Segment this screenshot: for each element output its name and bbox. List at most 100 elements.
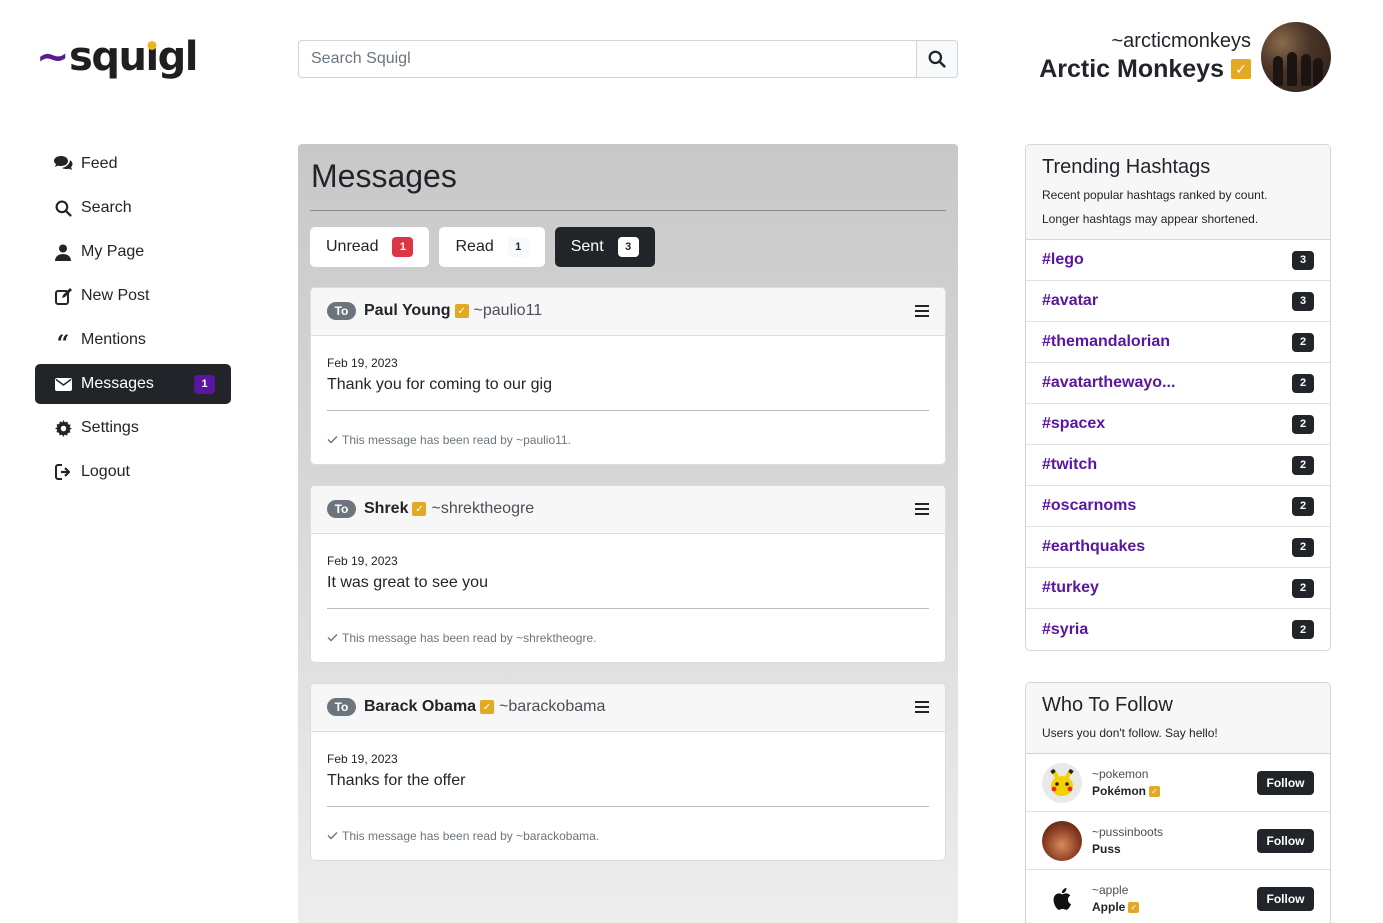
recipient-name[interactable]: Paul Young bbox=[364, 302, 451, 320]
sidebar-item-label: Messages bbox=[81, 375, 154, 392]
user-avatar[interactable] bbox=[1042, 820, 1082, 861]
read-receipt-text: This message has been read by ~barackoba… bbox=[342, 828, 600, 843]
hashtag-count-badge: 2 bbox=[1292, 332, 1314, 352]
sidebar-item-search[interactable]: Search bbox=[35, 188, 231, 228]
message-text: It was great to see you bbox=[327, 574, 929, 609]
logo-text-end: gl bbox=[157, 34, 199, 80]
card-title: Who To Follow bbox=[1042, 694, 1173, 716]
checkmark-icon bbox=[327, 436, 338, 444]
message-text: Thanks for the offer bbox=[327, 772, 929, 807]
user-avatar[interactable] bbox=[1042, 762, 1082, 803]
tab-read[interactable]: Read 1 bbox=[439, 226, 545, 267]
hashtag-count-badge: 2 bbox=[1292, 620, 1314, 639]
verified-check-icon: ✓ bbox=[1149, 785, 1161, 797]
user-handle[interactable]: ~pussinboots bbox=[1092, 825, 1163, 839]
current-user-profile[interactable]: ~arcticmonkeys Arctic Monkeys ✓ bbox=[1039, 22, 1331, 92]
hashtag-row[interactable]: #spacex 2 bbox=[1026, 404, 1330, 445]
recipient-handle[interactable]: ~barackobama bbox=[499, 698, 605, 716]
follow-button[interactable]: Follow bbox=[1257, 886, 1314, 911]
hashtag-link[interactable]: #earthquakes bbox=[1042, 538, 1145, 556]
hashtag-row[interactable]: #twitch 2 bbox=[1026, 445, 1330, 486]
recipient-name[interactable]: Shrek bbox=[364, 500, 408, 518]
recipient-to-badge: To bbox=[327, 302, 356, 321]
profile-handle: ~arcticmonkeys bbox=[1111, 29, 1252, 52]
recipient-handle[interactable]: ~shrektheogre bbox=[431, 500, 534, 518]
hashtag-row[interactable]: #oscarnoms 2 bbox=[1026, 486, 1330, 527]
card-subtitle: Recent popular hashtags ranked by count.… bbox=[1042, 183, 1314, 231]
user-handle[interactable]: ~pokemon bbox=[1092, 767, 1160, 781]
follow-button[interactable]: Follow bbox=[1257, 770, 1314, 795]
search-input[interactable] bbox=[298, 40, 916, 78]
read-receipt: This message has been read by ~paulio11. bbox=[327, 411, 929, 464]
sidebar-item-new-post[interactable]: New Post bbox=[35, 276, 231, 316]
hashtag-link[interactable]: #themandalorian bbox=[1042, 333, 1170, 351]
user-icon bbox=[53, 242, 73, 262]
read-receipt-text: This message has been read by ~paulio11. bbox=[342, 432, 571, 447]
user-handle[interactable]: ~apple bbox=[1092, 883, 1139, 897]
hashtag-row[interactable]: #earthquakes 2 bbox=[1026, 527, 1330, 568]
follow-button[interactable]: Follow bbox=[1257, 828, 1314, 853]
card-header: Who To Follow Users you don't follow. Sa… bbox=[1026, 683, 1330, 754]
search-bar bbox=[298, 40, 958, 78]
sidebar-item-settings[interactable]: Settings bbox=[35, 408, 231, 448]
card-subtitle-line: Longer hashtags may appear shortened. bbox=[1042, 212, 1259, 226]
message-header: To Barack Obama ✓ ~barackobama bbox=[311, 683, 945, 732]
hashtag-row[interactable]: #turkey 2 bbox=[1026, 568, 1330, 609]
gear-icon bbox=[53, 418, 73, 438]
logout-icon bbox=[53, 462, 73, 482]
hamburger-menu-icon[interactable] bbox=[915, 503, 929, 516]
hashtag-link[interactable]: #avatarthewayo... bbox=[1042, 374, 1175, 392]
hashtag-row[interactable]: #avatar 3 bbox=[1026, 281, 1330, 322]
sidebar-item-mentions[interactable]: “ Mentions bbox=[35, 320, 231, 360]
recipient-name[interactable]: Barack Obama bbox=[364, 698, 476, 716]
message-body: Feb 19, 2023 Thanks for the offer This m… bbox=[311, 732, 945, 860]
search-button[interactable] bbox=[916, 40, 958, 78]
apple-logo-icon bbox=[1053, 887, 1071, 910]
profile-text: ~arcticmonkeys Arctic Monkeys ✓ bbox=[1039, 29, 1251, 86]
hashtag-row[interactable]: #avatarthewayo... 2 bbox=[1026, 363, 1330, 404]
recipient-to-badge: To bbox=[327, 698, 356, 717]
hashtag-link[interactable]: #oscarnoms bbox=[1042, 497, 1136, 515]
user-name-row: Pokémon ✓ bbox=[1092, 784, 1161, 798]
squigl-logo[interactable]: ~ squ ı gl bbox=[36, 32, 199, 82]
tab-unread[interactable]: Unread 1 bbox=[310, 226, 430, 267]
logo-dotted-i: ı bbox=[145, 34, 159, 80]
user-name-row: Puss bbox=[1092, 842, 1163, 856]
messages-panel: Messages Unread 1 Read 1 Sent 3 To Paul … bbox=[298, 144, 958, 923]
sidebar-item-label: Settings bbox=[81, 419, 139, 436]
suggested-user-row: ~pokemon Pokémon ✓ Follow bbox=[1026, 754, 1330, 812]
hashtag-row[interactable]: #lego 3 bbox=[1026, 240, 1330, 281]
hamburger-menu-icon[interactable] bbox=[915, 305, 929, 318]
message-card: To Paul Young ✓ ~paulio11 Feb 19, 2023 T… bbox=[310, 286, 946, 465]
card-subtitle: Users you don't follow. Say hello! bbox=[1042, 726, 1218, 740]
hashtag-link[interactable]: #spacex bbox=[1042, 415, 1105, 433]
unread-messages-badge: 1 bbox=[194, 374, 215, 394]
profile-avatar[interactable] bbox=[1261, 22, 1331, 92]
user-name[interactable]: Apple bbox=[1092, 900, 1125, 914]
hashtag-link[interactable]: #syria bbox=[1042, 621, 1088, 639]
sidebar-item-messages[interactable]: Messages 1 bbox=[35, 364, 231, 404]
hashtag-link[interactable]: #lego bbox=[1042, 251, 1084, 269]
user-name[interactable]: Pokémon bbox=[1092, 784, 1146, 798]
hashtag-count-badge: 2 bbox=[1292, 414, 1314, 434]
suggested-user-row: ~pussinboots Puss Follow bbox=[1026, 812, 1330, 870]
sidebar-item-logout[interactable]: Logout bbox=[35, 452, 231, 492]
user-name[interactable]: Puss bbox=[1092, 842, 1121, 856]
verified-check-icon: ✓ bbox=[1231, 59, 1251, 79]
search-icon bbox=[53, 198, 73, 218]
hamburger-menu-icon[interactable] bbox=[915, 701, 929, 714]
hashtag-link[interactable]: #turkey bbox=[1042, 579, 1099, 597]
hashtag-link[interactable]: #avatar bbox=[1042, 292, 1098, 310]
hashtag-count-badge: 3 bbox=[1292, 250, 1314, 270]
edit-icon bbox=[53, 286, 73, 306]
trending-hashtags-card: Trending Hashtags Recent popular hashtag… bbox=[1025, 144, 1331, 651]
recipient-handle[interactable]: ~paulio11 bbox=[474, 302, 543, 320]
hashtag-row[interactable]: #themandalorian 2 bbox=[1026, 322, 1330, 363]
sidebar-item-label: My Page bbox=[81, 243, 145, 260]
hashtag-row[interactable]: #syria 2 bbox=[1026, 609, 1330, 650]
hashtag-link[interactable]: #twitch bbox=[1042, 456, 1097, 474]
sidebar-item-feed[interactable]: Feed bbox=[35, 144, 231, 184]
tab-sent[interactable]: Sent 3 bbox=[554, 226, 655, 267]
user-avatar[interactable] bbox=[1042, 878, 1082, 919]
sidebar-item-my-page[interactable]: My Page bbox=[35, 232, 231, 272]
